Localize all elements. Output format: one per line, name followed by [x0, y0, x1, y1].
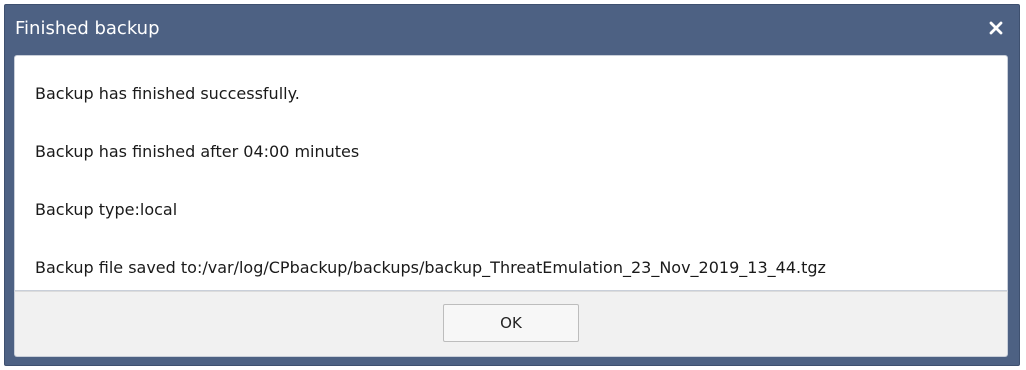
- file-path-message: Backup file saved to:/var/log/CPbackup/b…: [35, 258, 826, 277]
- ok-button[interactable]: OK: [443, 304, 579, 342]
- duration-message: Backup has finished after 04:00 minutes: [35, 142, 360, 161]
- backup-type-message: Backup type:local: [35, 200, 178, 219]
- close-button[interactable]: [983, 15, 1009, 41]
- dialog-content: Backup has finished successfully. Backup…: [14, 55, 1008, 291]
- success-message: Backup has finished successfully.: [35, 84, 300, 103]
- dialog-footer: OK: [14, 291, 1008, 357]
- dialog-title: Finished backup: [15, 18, 160, 39]
- dialog-titlebar[interactable]: Finished backup: [5, 5, 1019, 55]
- close-icon: [989, 21, 1003, 35]
- finished-backup-dialog: Finished backup Backup has finished succ…: [4, 4, 1020, 366]
